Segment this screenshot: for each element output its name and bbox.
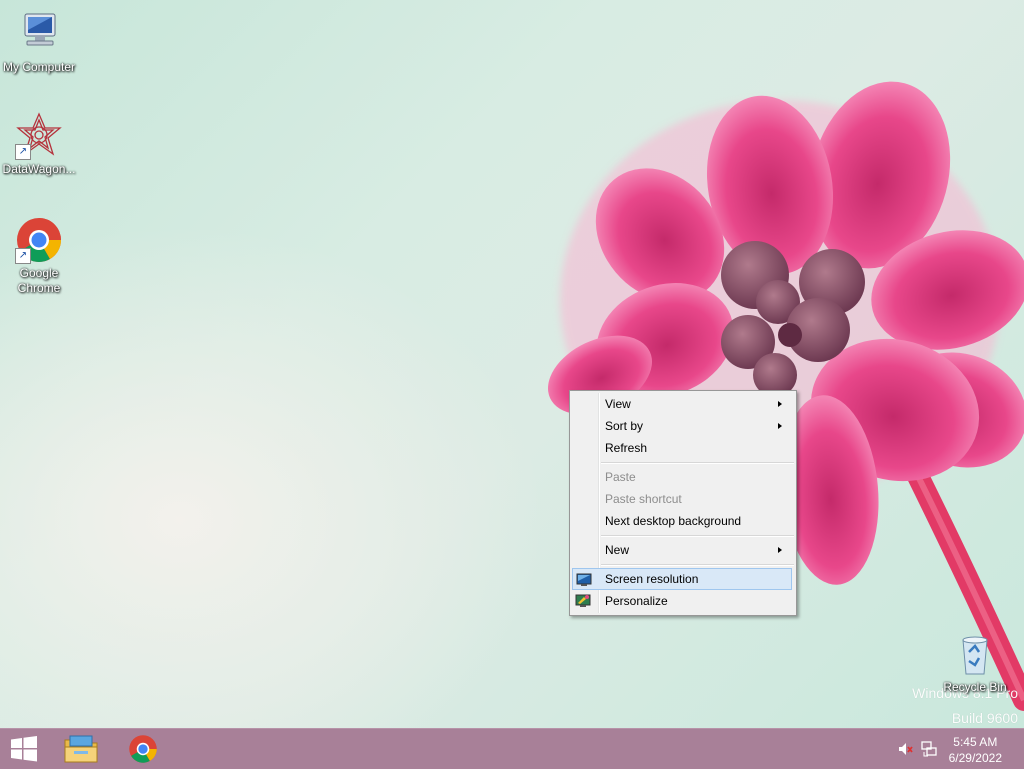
menu-item-paste[interactable]: Paste: [572, 466, 792, 488]
desktop-icon-label: DataWagon...: [2, 162, 76, 176]
windows-build-watermark: Build 9600: [951, 710, 1018, 726]
desktop-icon-label: Google Chrome: [17, 266, 61, 295]
taskbar-file-explorer-button[interactable]: [54, 729, 110, 769]
taskbar: 5:45 AM 6/29/2022: [0, 728, 1024, 769]
menu-separator: [601, 535, 794, 537]
start-button[interactable]: [0, 729, 56, 769]
menu-item-personalize[interactable]: Personalize: [572, 590, 792, 612]
menu-item-label: Sort by: [605, 419, 644, 433]
file-explorer-icon: [64, 735, 98, 763]
menu-item-paste-shortcut[interactable]: Paste shortcut: [572, 488, 792, 510]
desktop-icon-label: Recycle Bin: [943, 680, 1007, 694]
network-icon[interactable]: [921, 741, 937, 757]
submenu-arrow-icon: [778, 423, 782, 429]
menu-item-new[interactable]: New: [572, 539, 792, 561]
menu-item-screen-resolution[interactable]: Screen resolution: [572, 568, 792, 590]
menu-separator: [601, 564, 794, 566]
menu-item-label: Next desktop background: [605, 514, 742, 528]
menu-item-label: Personalize: [605, 594, 668, 608]
menu-item-next-desktop-background[interactable]: Next desktop background: [572, 510, 792, 532]
menu-item-view[interactable]: View: [572, 393, 792, 415]
taskbar-clock[interactable]: 5:45 AM 6/29/2022: [949, 734, 1002, 766]
shortcut-arrow-icon: ↗: [15, 144, 31, 160]
desktop-context-menu: View Sort by Refresh Paste Paste shortcu…: [569, 390, 797, 616]
desktop-icon-my-computer[interactable]: My Computer: [0, 10, 78, 75]
desktop[interactable]: My Computer ↗ DataWagon... ↗ Google Chro…: [0, 0, 1024, 728]
menu-item-label: Paste: [605, 470, 636, 484]
computer-icon: [15, 10, 63, 58]
desktop-icon-datawagon[interactable]: ↗ DataWagon...: [0, 112, 78, 177]
datawagon-icon: ↗: [15, 112, 63, 160]
wallpaper-flower-image: [548, 81, 1024, 711]
clock-time: 5:45 AM: [953, 735, 998, 749]
menu-item-label: Paste shortcut: [605, 492, 682, 506]
submenu-arrow-icon: [778, 547, 782, 553]
recycle-bin-icon: [951, 630, 999, 678]
volume-muted-icon[interactable]: [898, 741, 914, 757]
screen-resolution-icon: [576, 572, 592, 588]
desktop-icon-recycle-bin[interactable]: Recycle Bin: [936, 630, 1014, 695]
chrome-icon: ↗: [15, 216, 63, 264]
menu-item-label: Refresh: [605, 441, 648, 455]
desktop-icon-label: My Computer: [2, 60, 76, 74]
chrome-icon: [129, 735, 157, 763]
menu-item-label: View: [605, 397, 631, 411]
personalize-icon: [575, 593, 591, 609]
menu-item-refresh[interactable]: Refresh: [572, 437, 792, 459]
submenu-arrow-icon: [778, 401, 782, 407]
desktop-icon-google-chrome[interactable]: ↗ Google Chrome: [0, 216, 78, 296]
windows-logo-icon: [11, 736, 37, 762]
clock-date: 6/29/2022: [948, 751, 1002, 765]
menu-item-label: New: [605, 543, 630, 557]
menu-item-sort-by[interactable]: Sort by: [572, 415, 792, 437]
menu-item-label: Screen resolution: [605, 572, 699, 586]
shortcut-arrow-icon: ↗: [15, 248, 31, 264]
menu-separator: [601, 462, 794, 464]
taskbar-chrome-button[interactable]: [116, 729, 172, 769]
